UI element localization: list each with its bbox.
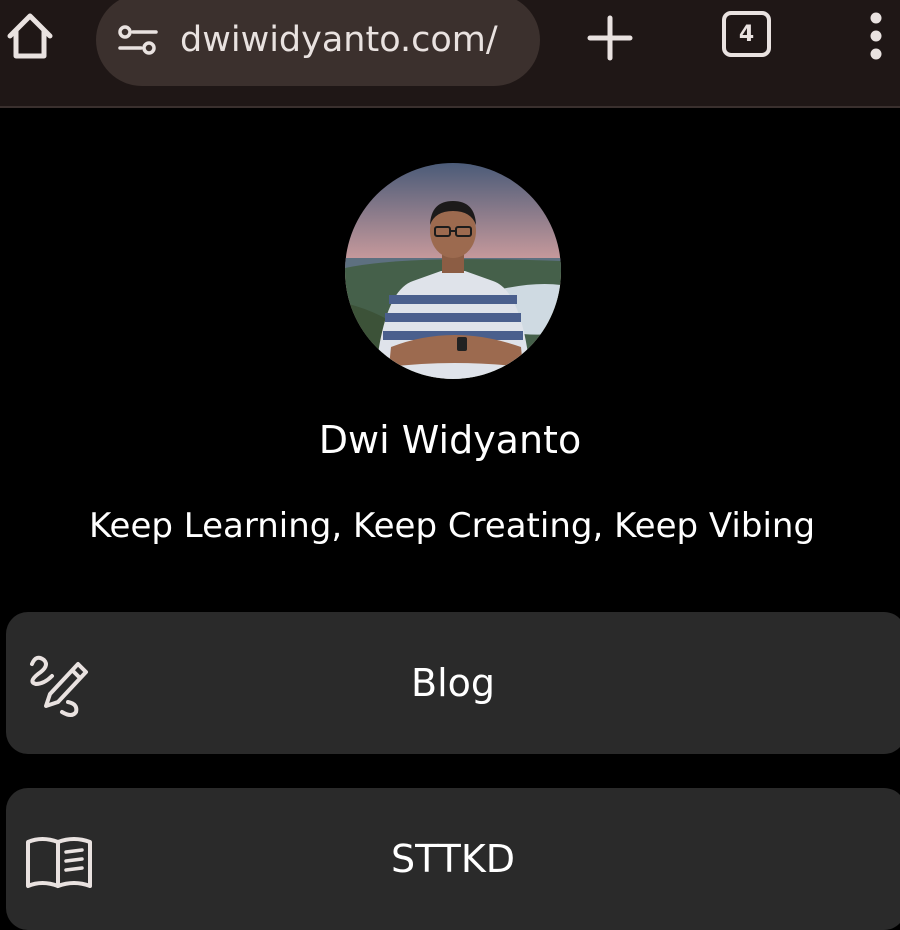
home-button[interactable] — [4, 10, 56, 62]
profile-avatar — [345, 163, 561, 379]
plus-icon — [587, 15, 633, 61]
link-label-blog: Blog — [411, 661, 495, 705]
address-bar[interactable]: dwiwidyanto.com/ — [96, 0, 540, 86]
profile-name: Dwi Widyanto — [318, 418, 582, 462]
tab-count: 4 — [738, 21, 755, 47]
home-icon — [7, 13, 53, 59]
profile-tagline: Keep Learning, Keep Creating, Keep Vibin… — [88, 506, 816, 546]
link-card-blog[interactable]: Blog — [6, 612, 900, 754]
browser-toolbar: dwiwidyanto.com/ 4 — [0, 0, 900, 108]
tune-icon[interactable] — [116, 20, 160, 60]
tab-switcher-button[interactable]: 4 — [722, 11, 771, 57]
more-vert-icon — [870, 12, 882, 60]
link-card-sttkd[interactable]: STTKD — [6, 788, 900, 930]
url-text[interactable]: dwiwidyanto.com/ — [180, 20, 498, 60]
link-label-sttkd: STTKD — [390, 837, 516, 881]
new-tab-button[interactable] — [584, 12, 636, 64]
menu-button[interactable] — [856, 8, 896, 64]
